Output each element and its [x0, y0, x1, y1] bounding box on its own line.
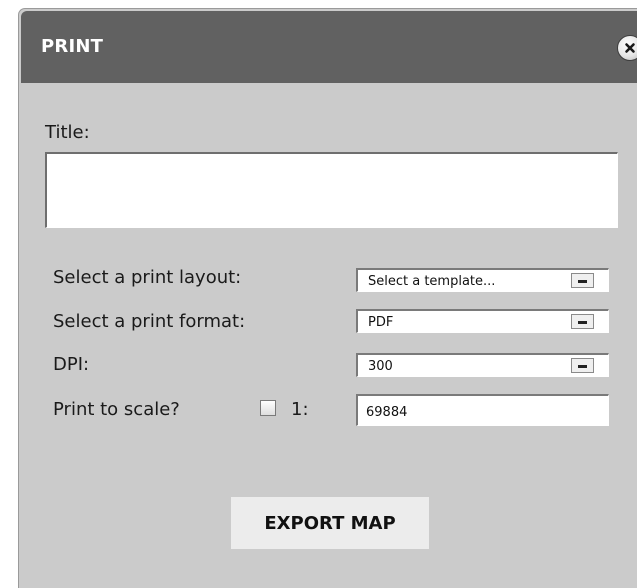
- dropdown-arrow-icon: [578, 365, 587, 368]
- dialog-header: PRINT: [21, 11, 637, 83]
- layout-label: Select a print layout:: [53, 267, 242, 288]
- dropdown-arrow-icon: [578, 321, 587, 324]
- dpi-dropdown-button[interactable]: [571, 358, 594, 373]
- export-map-button[interactable]: EXPORT MAP: [231, 497, 429, 549]
- format-label: Select a print format:: [53, 311, 246, 332]
- layout-select-value: Select a template...: [368, 274, 496, 289]
- dpi-select-value: 300: [368, 359, 393, 374]
- scale-ratio-prefix: 1:: [291, 399, 309, 420]
- format-select[interactable]: PDF: [356, 309, 609, 333]
- dropdown-arrow-icon: [578, 280, 587, 283]
- layout-dropdown-button[interactable]: [571, 273, 594, 288]
- close-icon: [625, 43, 635, 53]
- dpi-label: DPI:: [53, 354, 90, 375]
- scale-input[interactable]: [356, 394, 609, 426]
- title-input[interactable]: [45, 152, 618, 228]
- close-button[interactable]: [617, 35, 637, 61]
- print-to-scale-label: Print to scale?: [53, 399, 180, 420]
- format-select-value: PDF: [368, 315, 394, 330]
- layout-select[interactable]: Select a template...: [356, 268, 609, 292]
- dpi-select[interactable]: 300: [356, 353, 609, 377]
- format-dropdown-button[interactable]: [571, 314, 594, 329]
- dialog-title: PRINT: [41, 36, 104, 57]
- print-to-scale-checkbox[interactable]: [260, 400, 276, 416]
- title-label: Title:: [45, 122, 90, 143]
